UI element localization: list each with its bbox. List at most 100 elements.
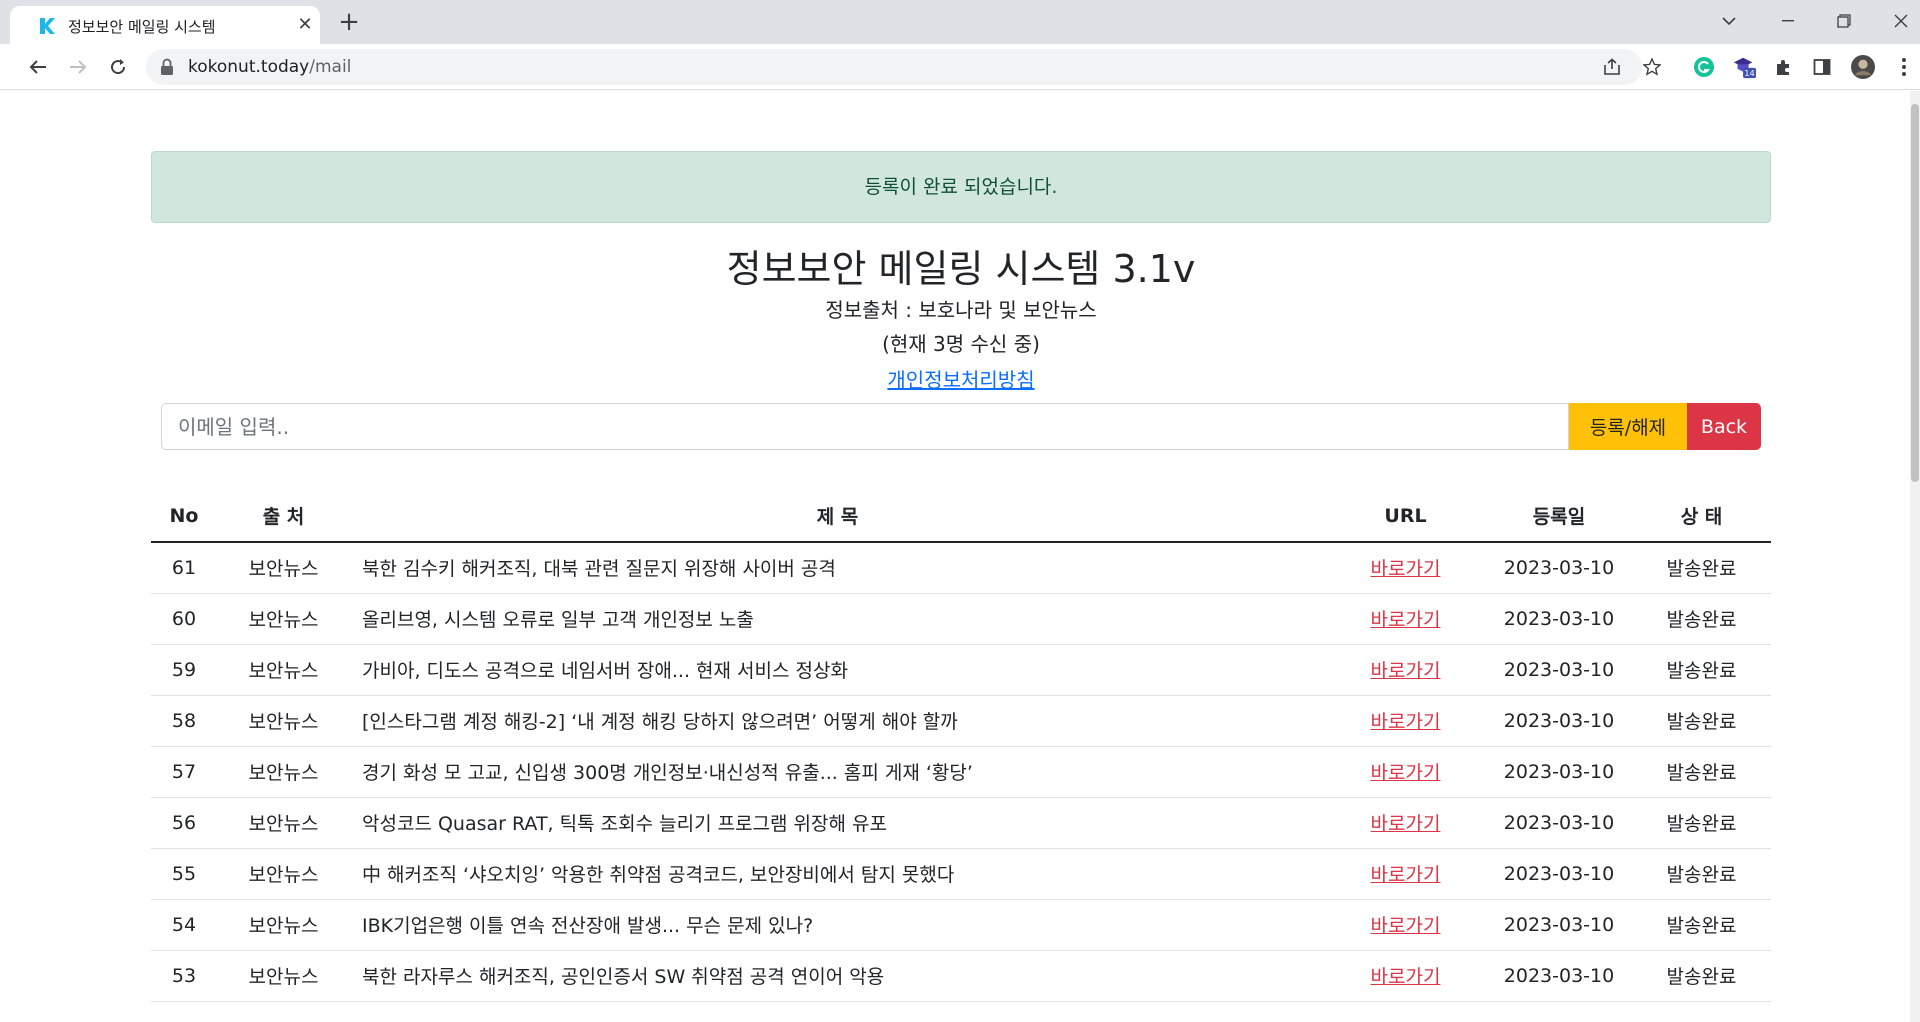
table-row: 60 보안뉴스 올리브영, 시스템 오류로 일부 고객 개인정보 노출 바로가기… bbox=[151, 593, 1771, 645]
row-url-link[interactable]: 바로가기 bbox=[1371, 711, 1441, 733]
row-title: [인스타그램 계정 해킹-2] ‘내 계정 해킹 당하지 않으려면’ 어떻게 해… bbox=[350, 695, 1325, 747]
row-source: 보안뉴스 bbox=[217, 848, 350, 900]
window-close-icon[interactable] bbox=[1886, 8, 1916, 34]
browser-tab[interactable]: 정보보안 메일링 시스템 ✕ bbox=[10, 6, 320, 44]
row-source: 보안뉴스 bbox=[217, 746, 350, 798]
row-url-link[interactable]: 바로가기 bbox=[1371, 609, 1441, 631]
header-date: 등록일 bbox=[1486, 490, 1632, 543]
url-text: kokonut.today/mail bbox=[188, 57, 351, 77]
bookmark-star-icon[interactable] bbox=[1640, 55, 1664, 79]
table-row: 61 보안뉴스 북한 김수키 해커조직, 대북 관련 질문지 위장해 사이버 공… bbox=[151, 542, 1771, 594]
row-source: 보안뉴스 bbox=[217, 644, 350, 696]
grammarly-extension-icon[interactable] bbox=[1692, 55, 1716, 79]
header-no: No bbox=[151, 490, 217, 543]
table-row: 54 보안뉴스 IBK기업은행 이틀 연속 전산장애 발생... 무슨 문제 있… bbox=[151, 899, 1771, 951]
back-button[interactable]: Back bbox=[1687, 403, 1761, 450]
kokonut-logo-icon bbox=[40, 18, 55, 34]
row-date: 2023-03-10 bbox=[1486, 899, 1632, 951]
table-row: 55 보안뉴스 中 해커조직 ‘샤오치잉’ 악용한 취약점 공격코드, 보안장비… bbox=[151, 848, 1771, 900]
row-url-cell: 바로가기 bbox=[1325, 593, 1486, 645]
back-arrow-icon[interactable] bbox=[24, 53, 52, 81]
row-title: 악성코드 Quasar RAT, 틱톡 조회수 늘리기 프로그램 위장해 유포 bbox=[350, 797, 1325, 849]
news-table: No 출 처 제 목 URL 등록일 상 태 61 보안뉴스 북한 김수키 해커… bbox=[151, 490, 1771, 1002]
url-host: kokonut.today bbox=[188, 57, 310, 77]
row-url-link[interactable]: 바로가기 bbox=[1371, 915, 1441, 937]
row-date: 2023-03-10 bbox=[1486, 695, 1632, 747]
row-url-link[interactable]: 바로가기 bbox=[1371, 966, 1441, 988]
restore-icon[interactable] bbox=[1829, 8, 1859, 34]
table-header-row: No 출 처 제 목 URL 등록일 상 태 bbox=[151, 490, 1771, 543]
row-date: 2023-03-10 bbox=[1486, 797, 1632, 849]
row-status: 발송완료 bbox=[1632, 644, 1771, 696]
profile-avatar[interactable] bbox=[1851, 55, 1875, 79]
row-url-cell: 바로가기 bbox=[1325, 899, 1486, 951]
header-source: 출 처 bbox=[217, 490, 350, 543]
share-icon[interactable] bbox=[1600, 55, 1624, 79]
header-status: 상 태 bbox=[1632, 490, 1771, 543]
table-row: 59 보안뉴스 가비아, 디도스 공격으로 네임서버 장애... 현재 서비스 … bbox=[151, 644, 1771, 696]
extension-badge-icon[interactable]: 14 bbox=[1732, 55, 1756, 79]
row-no: 53 bbox=[151, 950, 217, 1002]
register-toggle-button[interactable]: 등록/해제 bbox=[1569, 403, 1687, 450]
row-url-cell: 바로가기 bbox=[1325, 848, 1486, 900]
minimize-icon[interactable] bbox=[1773, 8, 1803, 34]
row-date: 2023-03-10 bbox=[1486, 644, 1632, 696]
side-panel-icon[interactable] bbox=[1810, 55, 1834, 79]
row-url-link[interactable]: 바로가기 bbox=[1371, 813, 1441, 835]
row-url-link[interactable]: 바로가기 bbox=[1371, 660, 1441, 682]
row-url-link[interactable]: 바로가기 bbox=[1371, 864, 1441, 886]
row-status: 발송완료 bbox=[1632, 695, 1771, 747]
email-input[interactable] bbox=[161, 403, 1569, 450]
row-date: 2023-03-10 bbox=[1486, 593, 1632, 645]
row-source: 보안뉴스 bbox=[217, 950, 350, 1002]
row-title: 경기 화성 모 고교, 신입생 300명 개인정보·내신성적 유출... 홈피 … bbox=[350, 746, 1325, 798]
row-source: 보안뉴스 bbox=[217, 695, 350, 747]
table-body: 61 보안뉴스 북한 김수키 해커조직, 대북 관련 질문지 위장해 사이버 공… bbox=[151, 542, 1771, 1002]
row-no: 60 bbox=[151, 593, 217, 645]
tab-search-icon[interactable] bbox=[1714, 8, 1744, 34]
scrollbar-thumb[interactable] bbox=[1911, 104, 1919, 482]
row-no: 55 bbox=[151, 848, 217, 900]
row-title: IBK기업은행 이틀 연속 전산장애 발생... 무슨 문제 있나? bbox=[350, 899, 1325, 951]
extensions-puzzle-icon[interactable] bbox=[1772, 55, 1796, 79]
row-source: 보안뉴스 bbox=[217, 542, 350, 594]
browser-tab-bar: 정보보안 메일링 시스템 ✕ + bbox=[0, 0, 1920, 44]
row-status: 발송완료 bbox=[1632, 899, 1771, 951]
row-status: 발송완료 bbox=[1632, 950, 1771, 1002]
tab-title: 정보보안 메일링 시스템 bbox=[68, 18, 216, 36]
tab-close-icon[interactable]: ✕ bbox=[294, 14, 316, 36]
row-url-link[interactable]: 바로가기 bbox=[1371, 762, 1441, 784]
reload-icon[interactable] bbox=[104, 53, 132, 81]
lock-icon bbox=[161, 58, 173, 75]
table-row: 53 보안뉴스 북한 라자루스 해커조직, 공인인증서 SW 취약점 공격 연이… bbox=[151, 950, 1771, 1002]
row-status: 발송완료 bbox=[1632, 542, 1771, 594]
row-title: 북한 라자루스 해커조직, 공인인증서 SW 취약점 공격 연이어 악용 bbox=[350, 950, 1325, 1002]
privacy-policy-container: 개인정보처리방침 bbox=[0, 364, 1920, 393]
row-title: 中 해커조직 ‘샤오치잉’ 악용한 취약점 공격코드, 보안장비에서 탐지 못했… bbox=[350, 848, 1325, 900]
table-row: 57 보안뉴스 경기 화성 모 고교, 신입생 300명 개인정보·내신성적 유… bbox=[151, 746, 1771, 798]
source-subtitle: 정보출처 : 보호나라 및 보안뉴스 bbox=[825, 298, 1097, 322]
row-url-cell: 바로가기 bbox=[1325, 950, 1486, 1002]
privacy-policy-link[interactable]: 개인정보처리방침 bbox=[887, 368, 1034, 392]
header-url: URL bbox=[1325, 490, 1486, 543]
success-alert: 등록이 완료 되었습니다. bbox=[151, 151, 1771, 223]
table-row: 58 보안뉴스 [인스타그램 계정 해킹-2] ‘내 계정 해킹 당하지 않으려… bbox=[151, 695, 1771, 747]
row-source: 보안뉴스 bbox=[217, 593, 350, 645]
new-tab-button[interactable]: + bbox=[336, 9, 362, 36]
row-status: 발송완료 bbox=[1632, 593, 1771, 645]
address-bar[interactable]: kokonut.today/mail bbox=[146, 49, 1661, 85]
page-title: 정보보안 메일링 시스템 3.1v bbox=[726, 247, 1196, 291]
row-url-cell: 바로가기 bbox=[1325, 797, 1486, 849]
row-url-cell: 바로가기 bbox=[1325, 746, 1486, 798]
row-no: 54 bbox=[151, 899, 217, 951]
browser-menu-icon[interactable] bbox=[1892, 55, 1916, 79]
row-no: 56 bbox=[151, 797, 217, 849]
row-url-cell: 바로가기 bbox=[1325, 542, 1486, 594]
forward-arrow-icon[interactable] bbox=[64, 53, 92, 81]
url-path: /mail bbox=[309, 57, 352, 77]
row-url-link[interactable]: 바로가기 bbox=[1371, 558, 1441, 580]
row-source: 보안뉴스 bbox=[217, 899, 350, 951]
row-date: 2023-03-10 bbox=[1486, 950, 1632, 1002]
row-title: 올리브영, 시스템 오류로 일부 고객 개인정보 노출 bbox=[350, 593, 1325, 645]
row-url-cell: 바로가기 bbox=[1325, 695, 1486, 747]
